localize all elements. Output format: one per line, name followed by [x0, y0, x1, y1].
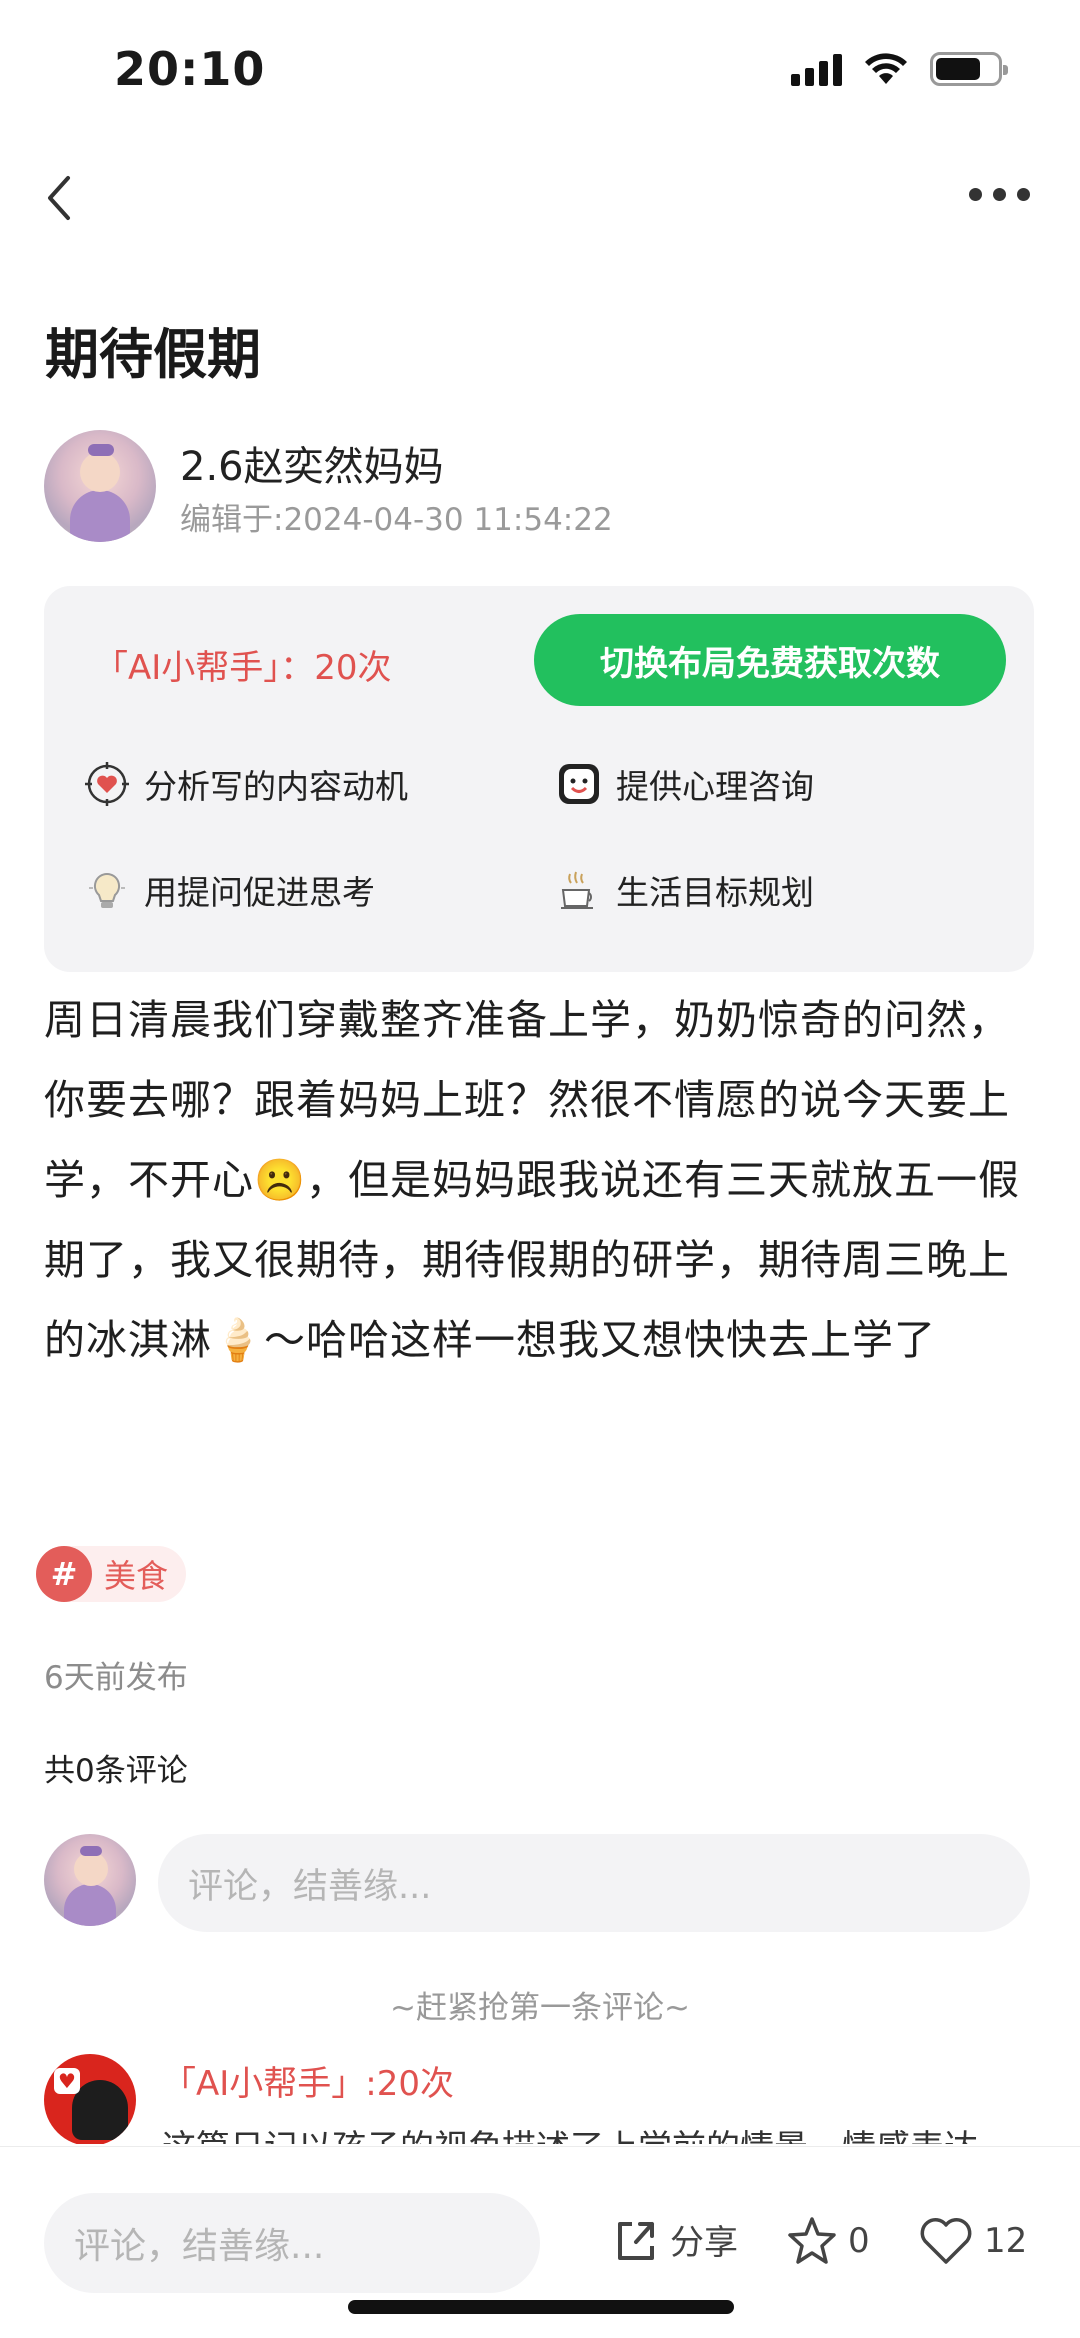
hashtag-icon: # [36, 1546, 92, 1602]
more-icon[interactable] [969, 188, 1030, 201]
bottom-comment-input[interactable]: 评论，结善缘... [44, 2193, 540, 2293]
feature-label: 提供心理咨询 [616, 767, 814, 806]
ai-comment-name: 「AI小帮手」:20次 [162, 2064, 455, 2104]
wifi-icon [865, 53, 907, 84]
lightbulb-icon [84, 867, 130, 913]
ai-helper-card: 「AI小帮手」：20次 切换布局免费获取次数 分析写的内容动机 提供心理咨询 用… [44, 586, 1034, 972]
status-time: 20:10 [114, 42, 266, 96]
posted-time: 6天前发布 [44, 1660, 188, 1696]
feature-label: 用提问促进思考 [144, 873, 375, 912]
feature-analyze-motive[interactable]: 分析写的内容动机 [84, 760, 408, 808]
feature-label: 分析写的内容动机 [144, 767, 408, 806]
share-button[interactable]: 分享 [612, 2215, 738, 2264]
cellular-signal-icon [791, 52, 842, 86]
like-count: 12 [984, 2221, 1028, 2261]
switch-layout-button[interactable]: 切换布局免费获取次数 [534, 614, 1006, 706]
post-content: 周日清晨我们穿戴整齐准备上学，奶奶惊奇的问然，你要去哪？跟着妈妈上班？然很不情愿… [44, 996, 1021, 1364]
post-detail-page: 20:10 期待假期 2.6赵奕然妈妈 编辑于:2024-04-30 11:54… [0, 0, 1080, 2338]
tag-label: 美食 [104, 1557, 169, 1595]
like-button[interactable]: 12 [918, 2215, 1027, 2267]
first-comment-hint: ~赶紧抢第一条评论~ [390, 1990, 690, 2026]
post-title: 期待假期 [45, 323, 261, 386]
edit-timestamp: 编辑于:2024-04-30 11:54:22 [180, 502, 613, 538]
favorite-button[interactable]: 0 [786, 2215, 870, 2267]
user-avatar [44, 1834, 136, 1926]
topic-tag[interactable]: # 美食 [36, 1546, 187, 1602]
share-icon [618, 2221, 654, 2260]
ai-comment-text: 这篇日记以孩子的视角描述了上学前的情景，情感表达 [162, 2120, 978, 2144]
heart-icon [920, 2218, 972, 2264]
status-icons [791, 52, 1008, 86]
ai-comment: ♥ 「AI小帮手」:20次 这篇日记以孩子的视角描述了上学前的情景，情感表达 [44, 2054, 1044, 2144]
star-count: 0 [848, 2221, 870, 2261]
comment-count: 共0条评论 [44, 1753, 188, 1789]
smile-face-icon [556, 761, 602, 807]
author-info[interactable]: 2.6赵奕然妈妈 编辑于:2024-04-30 11:54:22 [44, 430, 1044, 542]
feature-psych-consult[interactable]: 提供心理咨询 [556, 760, 814, 808]
home-indicator [348, 2300, 734, 2314]
back-arrow-icon[interactable] [38, 168, 98, 228]
battery-icon [930, 52, 1008, 86]
feature-question-thinking[interactable]: 用提问促进思考 [84, 866, 375, 914]
comment-compose-row: 评论，结善缘... [44, 1834, 1044, 1932]
share-label: 分享 [670, 2223, 738, 2263]
ai-helper-avatar: ♥ [44, 2054, 136, 2144]
star-icon [788, 2217, 836, 2264]
ai-count-label: 「AI小帮手」：20次 [94, 648, 392, 688]
coffee-cup-icon [556, 867, 602, 913]
author-name[interactable]: 2.6赵奕然妈妈 [180, 434, 444, 492]
target-heart-icon [84, 761, 130, 807]
status-bar: 20:10 [0, 0, 1080, 140]
comment-input[interactable]: 评论，结善缘... [158, 1834, 1030, 1932]
nav-bar [0, 150, 1080, 250]
author-avatar[interactable] [44, 430, 156, 542]
feature-label: 生活目标规划 [616, 873, 814, 912]
feature-life-goals[interactable]: 生活目标规划 [556, 866, 814, 914]
